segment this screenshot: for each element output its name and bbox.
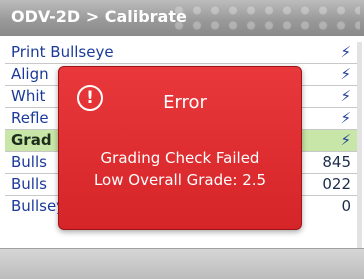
list-item-value: 0 xyxy=(341,197,351,215)
list-item-value: 845 xyxy=(322,153,351,171)
title-bar-decoration xyxy=(170,3,360,33)
window-title: ODV-2D > Calibrate xyxy=(11,7,187,26)
scrollbar[interactable] xyxy=(357,42,362,248)
list-item-label: Print Bullseye xyxy=(11,43,114,61)
lightning-icon: ⚡ xyxy=(340,65,351,83)
error-message-line-1: Grading Check Failed xyxy=(100,149,260,167)
list-item-label: Bulls xyxy=(11,153,47,171)
lightning-icon: ⚡ xyxy=(340,43,351,61)
list-item-label: Whit xyxy=(11,87,46,105)
error-message-line-2: Low Overall Grade: 2.5 xyxy=(93,171,267,189)
footer-bar xyxy=(0,248,364,279)
list-item-label: Refle xyxy=(11,109,49,127)
lightning-icon: ⚡ xyxy=(340,109,351,127)
list-item-label: Bulls xyxy=(11,175,47,193)
list-item-print-bullseye[interactable]: Print Bullseye ⚡ xyxy=(5,42,357,64)
list-item-label: Grad xyxy=(11,131,52,149)
lightning-icon: ⚡ xyxy=(340,131,351,149)
title-bar: ODV-2D > Calibrate xyxy=(0,0,364,36)
dialog-title: Error xyxy=(163,92,207,113)
list-item-value: 022 xyxy=(322,175,351,193)
error-dialog[interactable]: ! Error Grading Check Failed Low Overall… xyxy=(58,66,302,230)
list-item-label: Align xyxy=(11,65,49,83)
lightning-icon: ⚡ xyxy=(340,87,351,105)
